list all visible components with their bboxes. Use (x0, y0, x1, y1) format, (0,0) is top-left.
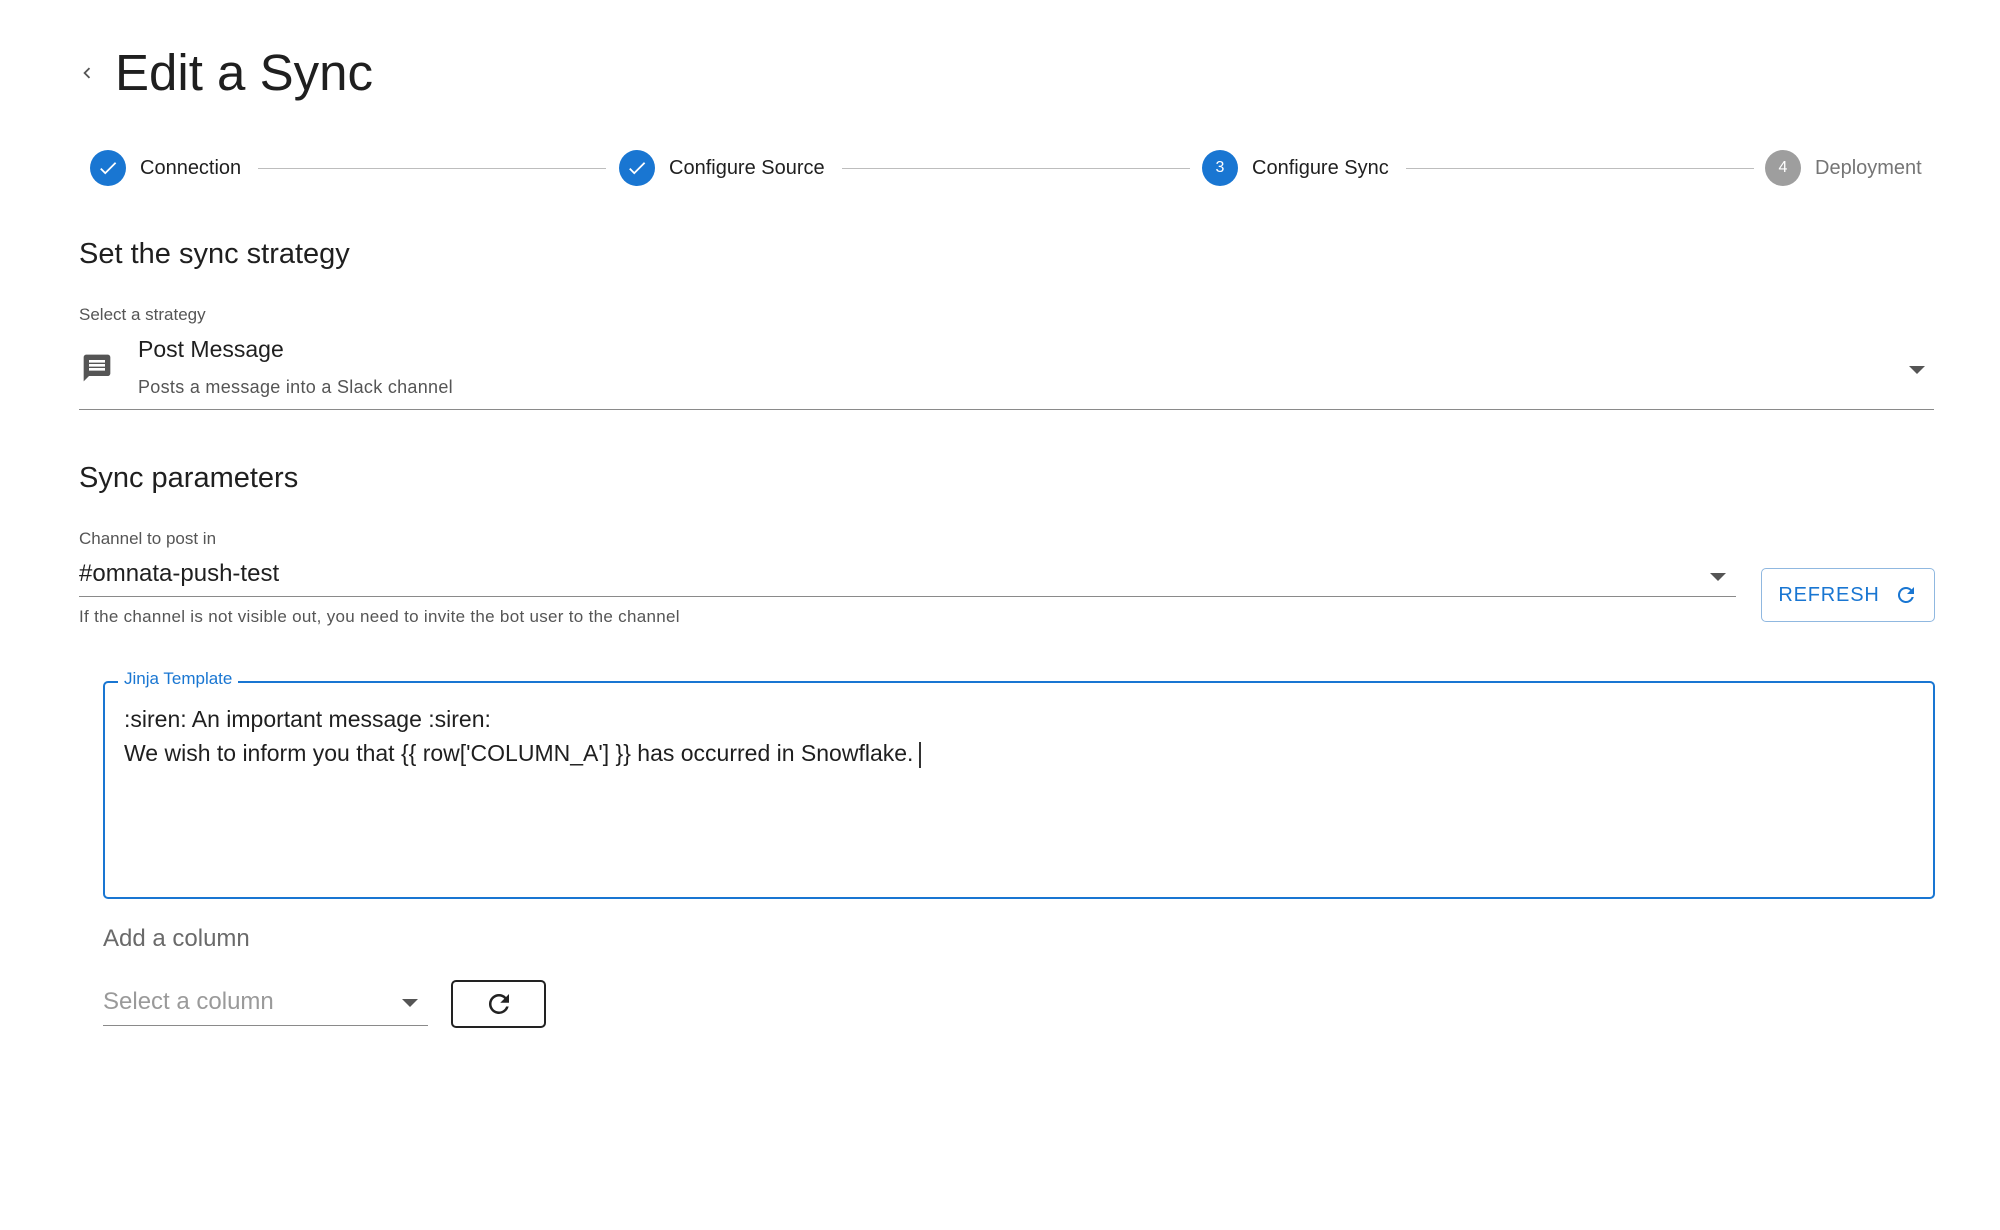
column-refresh-button[interactable] (451, 980, 546, 1028)
strategy-selected-name: Post Message (138, 336, 284, 362)
channel-help-text: If the channel is not visible out, you n… (79, 607, 680, 626)
chevron-left-icon (83, 67, 91, 79)
check-icon (90, 150, 126, 186)
step-label: Configure Source (669, 156, 825, 179)
text-cursor (919, 741, 921, 768)
channel-value: #omnata-push-test (79, 560, 280, 587)
chevron-down-icon[interactable] (1710, 573, 1726, 581)
params-section-title: Sync parameters (79, 462, 299, 494)
step-connector (1406, 168, 1754, 169)
add-column-label: Add a column (103, 925, 250, 952)
step-label: Connection (140, 156, 242, 179)
strategy-section-title: Set the sync strategy (79, 238, 350, 270)
back-button[interactable] (72, 58, 102, 88)
chevron-down-icon[interactable] (1909, 366, 1925, 374)
step-deployment[interactable]: 4 Deployment (1765, 148, 1922, 188)
column-select-placeholder: Select a column (103, 988, 274, 1015)
step-connector (258, 168, 606, 169)
jinja-template-label: Jinja Template (118, 669, 239, 689)
step-label: Deployment (1815, 156, 1922, 179)
check-icon (619, 150, 655, 186)
refresh-icon (1897, 587, 1914, 603)
template-line-with-cursor: We wish to inform you that {{ row['COLUM… (124, 740, 921, 768)
step-label: Configure Sync (1252, 156, 1389, 179)
strategy-selected-description: Posts a message into a Slack channel (138, 377, 453, 397)
refresh-icon (488, 994, 509, 1014)
message-icon (81, 352, 113, 384)
step-connector (842, 168, 1190, 169)
step-number: 4 (1765, 150, 1801, 186)
page-title: Edit a Sync (115, 44, 373, 101)
strategy-select-label: Select a strategy (79, 305, 206, 324)
channel-label: Channel to post in (79, 529, 217, 548)
step-number: 3 (1202, 150, 1238, 186)
strategy-select[interactable] (79, 330, 1934, 410)
template-line: We wish to inform you that {{ row['COLUM… (124, 740, 914, 766)
step-configure-source[interactable]: Configure Source (619, 148, 825, 188)
step-connection[interactable]: Connection (90, 148, 241, 188)
refresh-button-label: REFRESH (1778, 583, 1880, 606)
refresh-button[interactable]: REFRESH (1761, 568, 1935, 622)
template-line: :siren: An important message :siren: (124, 706, 491, 732)
channel-select[interactable] (79, 555, 1736, 597)
step-configure-sync[interactable]: 3 Configure Sync (1202, 148, 1389, 188)
chevron-down-icon[interactable] (402, 999, 418, 1007)
